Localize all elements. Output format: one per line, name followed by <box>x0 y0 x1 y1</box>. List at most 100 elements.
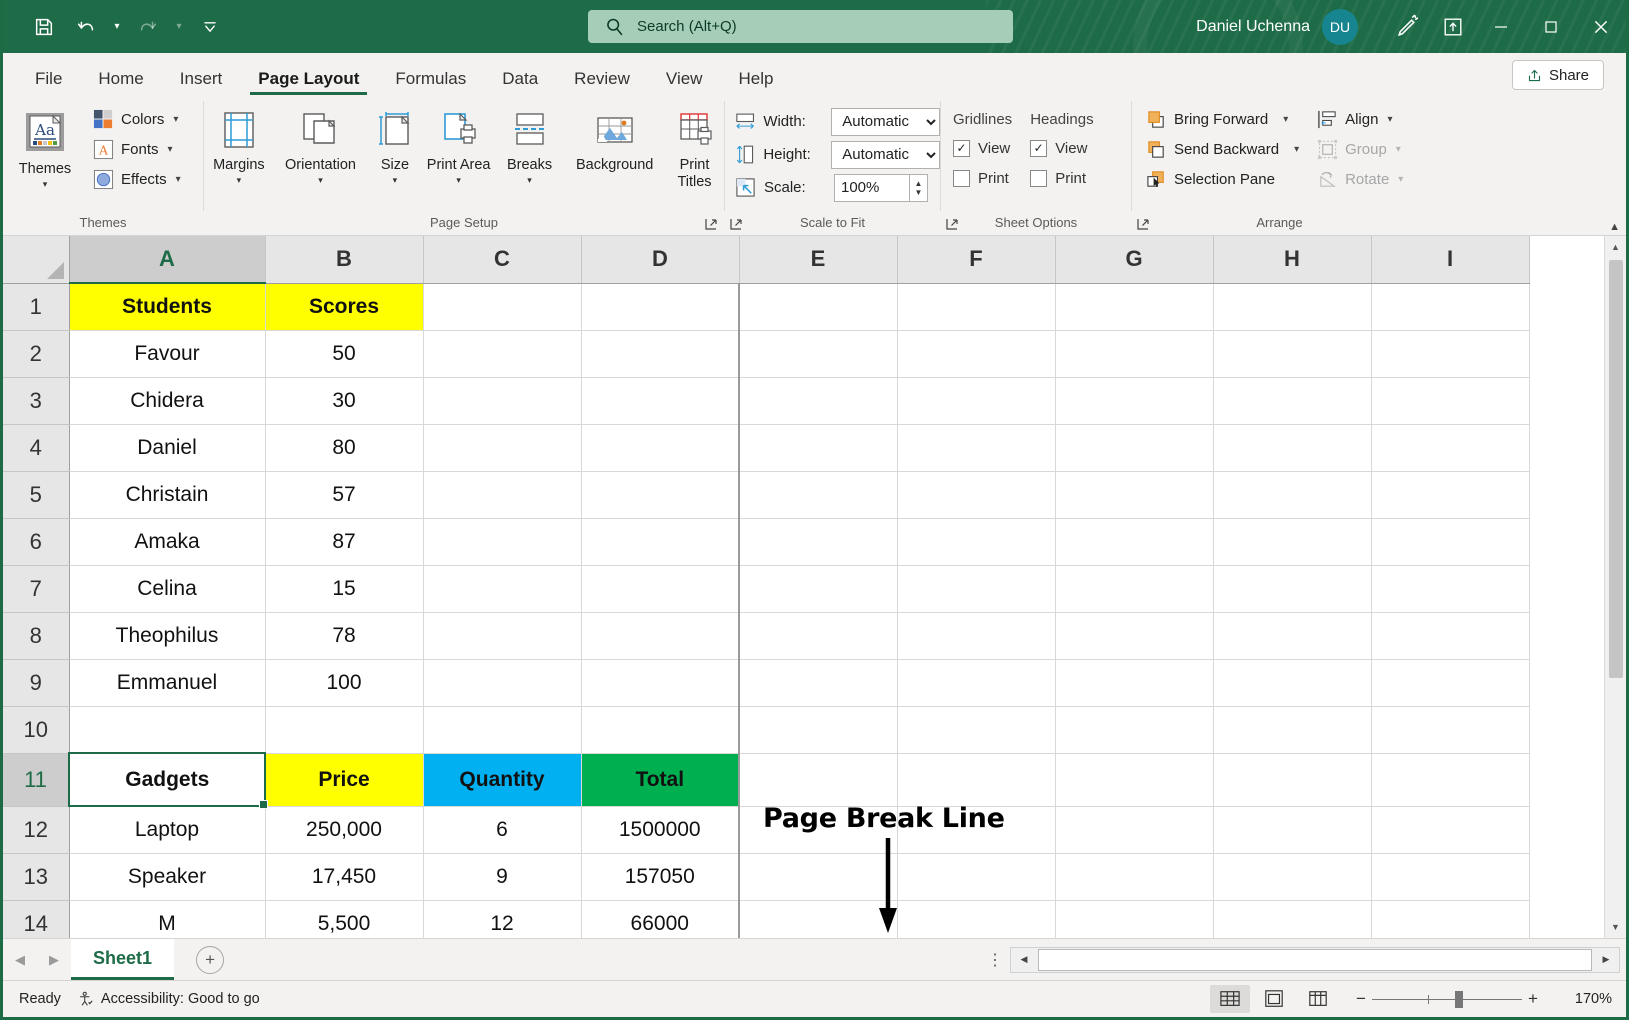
share-button[interactable]: Share <box>1512 60 1604 90</box>
row-header-7[interactable]: 7 <box>3 565 69 612</box>
zoom-slider-track[interactable] <box>1372 999 1522 1000</box>
breaks-button[interactable]: Breaks ▾ <box>495 101 565 213</box>
cell-E12[interactable] <box>739 806 897 853</box>
chevron-down-icon[interactable]: ▾ <box>1398 174 1403 185</box>
ribbon-display-options-icon[interactable] <box>1430 7 1476 47</box>
gridlines-view-row[interactable]: ✓ View <box>953 133 1012 163</box>
cell-C3[interactable] <box>423 377 581 424</box>
cell-I13[interactable] <box>1371 853 1529 900</box>
cell-C9[interactable] <box>423 659 581 706</box>
cell-H1[interactable] <box>1213 283 1371 330</box>
rotate-button[interactable]: Rotate ▾ <box>1311 164 1411 194</box>
stepper-up-icon[interactable]: ▲ <box>915 179 923 188</box>
cell-D14[interactable]: 66000 <box>581 900 739 938</box>
cell-A5[interactable]: Christain <box>69 471 265 518</box>
cell-E10[interactable] <box>739 706 897 753</box>
scale-value[interactable]: 100% <box>834 174 910 202</box>
cell-E9[interactable] <box>739 659 897 706</box>
cell-B9[interactable]: 100 <box>265 659 423 706</box>
gridlines-print-row[interactable]: Print <box>953 163 1012 193</box>
search-input[interactable]: Search (Alt+Q) <box>588 10 1013 43</box>
size-button[interactable]: Size ▾ <box>367 101 422 213</box>
cell-B12[interactable]: 250,000 <box>265 806 423 853</box>
tab-help[interactable]: Help <box>724 70 787 95</box>
cell-H12[interactable] <box>1213 806 1371 853</box>
scale-stepper[interactable]: ▲ ▼ <box>910 174 928 202</box>
cell-C12[interactable]: 6 <box>423 806 581 853</box>
cell-C7[interactable] <box>423 565 581 612</box>
row-header-2[interactable]: 2 <box>3 330 69 377</box>
cell-E13[interactable] <box>739 853 897 900</box>
headings-view-checkbox[interactable]: ✓ <box>1030 140 1047 157</box>
add-sheet-button[interactable]: + <box>196 946 224 974</box>
cell-G1[interactable] <box>1055 283 1213 330</box>
cell-H9[interactable] <box>1213 659 1371 706</box>
cell-F2[interactable] <box>897 330 1055 377</box>
sheet-options-dialog-launcher[interactable] <box>945 217 961 233</box>
cell-D9[interactable] <box>581 659 739 706</box>
background-button[interactable]: Background <box>566 101 663 213</box>
tab-file[interactable]: File <box>21 70 76 95</box>
cell-I11[interactable] <box>1371 753 1529 806</box>
chevron-down-icon[interactable]: ▾ <box>1283 114 1288 125</box>
cell-F3[interactable] <box>897 377 1055 424</box>
scroll-down-button[interactable]: ▼ <box>1605 916 1627 938</box>
column-header-f[interactable]: F <box>897 236 1055 283</box>
cell-I4[interactable] <box>1371 424 1529 471</box>
tab-formulas[interactable]: Formulas <box>381 70 480 95</box>
cell-D2[interactable] <box>581 330 739 377</box>
chevron-down-icon[interactable]: ▾ <box>393 175 398 185</box>
row-header-5[interactable]: 5 <box>3 471 69 518</box>
cell-E1[interactable] <box>739 283 897 330</box>
gridlines-view-checkbox[interactable]: ✓ <box>953 140 970 157</box>
row-header-13[interactable]: 13 <box>3 853 69 900</box>
column-header-h[interactable]: H <box>1213 236 1371 283</box>
cell-F13[interactable] <box>897 853 1055 900</box>
cell-C6[interactable] <box>423 518 581 565</box>
redo-dropdown-icon[interactable]: ▾ <box>171 10 187 44</box>
horizontal-scrollbar[interactable]: ◀ ▶ <box>1010 947 1620 973</box>
collapse-ribbon-button[interactable]: ▲ <box>1609 221 1620 233</box>
cell-A11[interactable]: Gadgets <box>69 753 265 806</box>
cell-I14[interactable] <box>1371 900 1529 938</box>
gridlines-print-checkbox[interactable] <box>953 170 970 187</box>
column-header-d[interactable]: D <box>581 236 739 283</box>
cell-F12[interactable] <box>897 806 1055 853</box>
chevron-down-icon[interactable]: ▾ <box>456 175 461 185</box>
chevron-down-icon[interactable]: ▾ <box>527 175 532 185</box>
tab-insert[interactable]: Insert <box>166 70 237 95</box>
chevron-down-icon[interactable]: ▾ <box>1387 114 1392 125</box>
width-select[interactable]: Automatic <box>831 108 940 136</box>
tab-page-layout[interactable]: Page Layout <box>244 70 373 95</box>
zoom-level-label[interactable]: 170% <box>1556 991 1612 1007</box>
cell-D7[interactable] <box>581 565 739 612</box>
cell-B8[interactable]: 78 <box>265 612 423 659</box>
cell-D1[interactable] <box>581 283 739 330</box>
cell-A7[interactable]: Celina <box>69 565 265 612</box>
row-header-8[interactable]: 8 <box>3 612 69 659</box>
cell-G5[interactable] <box>1055 471 1213 518</box>
horizontal-scrollbar-thumb[interactable] <box>1038 949 1592 971</box>
themes-button[interactable]: Aa Themes ▾ <box>3 101 87 213</box>
avatar[interactable]: DU <box>1322 9 1358 45</box>
headings-print-row[interactable]: Print <box>1030 163 1093 193</box>
scale-to-fit-dialog-launcher[interactable] <box>729 217 745 233</box>
save-icon[interactable] <box>25 10 63 44</box>
cell-B3[interactable]: 30 <box>265 377 423 424</box>
cell-A12[interactable]: Laptop <box>69 806 265 853</box>
column-header-b[interactable]: B <box>265 236 423 283</box>
row-header-1[interactable]: 1 <box>3 283 69 330</box>
close-button[interactable] <box>1576 0 1626 53</box>
chevron-down-icon[interactable]: ▾ <box>168 144 173 155</box>
selection-pane-button[interactable]: Selection Pane <box>1140 164 1307 194</box>
cell-C14[interactable]: 12 <box>423 900 581 938</box>
cell-E3[interactable] <box>739 377 897 424</box>
cell-G10[interactable] <box>1055 706 1213 753</box>
cell-B7[interactable]: 15 <box>265 565 423 612</box>
cell-B10[interactable] <box>265 706 423 753</box>
cell-C4[interactable] <box>423 424 581 471</box>
cell-A8[interactable]: Theophilus <box>69 612 265 659</box>
chevron-down-icon[interactable]: ▾ <box>237 175 242 185</box>
tab-view[interactable]: View <box>652 70 717 95</box>
arrange-dialog-launcher[interactable] <box>1136 217 1152 233</box>
